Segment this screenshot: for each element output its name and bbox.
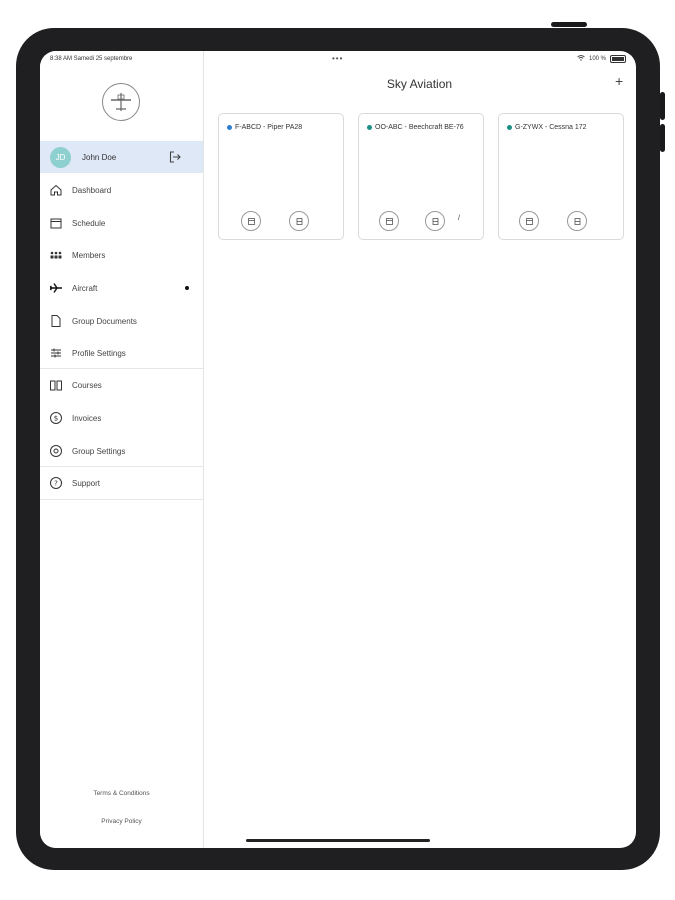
home-indicator (246, 839, 430, 842)
settings-icon (49, 444, 63, 458)
volume-down-button (660, 124, 665, 152)
book-flight-button[interactable] (379, 211, 399, 231)
question-icon: ? (49, 476, 63, 490)
terms-link[interactable]: Terms & Conditions (40, 790, 203, 797)
aircraft-card[interactable]: F-ABCD - Piper PA28 (218, 113, 344, 240)
logbook-button[interactable] (425, 211, 445, 231)
aircraft-card[interactable]: OO-ABC - Beechcraft BE-76 / (358, 113, 484, 240)
sidebar-item-courses[interactable]: Courses (40, 369, 203, 401)
volume-up-button (660, 92, 665, 120)
airplane-logo-icon (102, 83, 140, 121)
sidebar-item-group-documents[interactable]: Group Documents (40, 305, 203, 337)
aircraft-card[interactable]: G-ZYWX - Cessna 172 (498, 113, 624, 240)
app-screen: JD John Doe Dashboard Schedule Members A… (40, 51, 636, 848)
sidebar: JD John Doe Dashboard Schedule Members A… (40, 51, 204, 848)
sidebar-item-label: Profile Settings (72, 349, 126, 358)
members-icon (49, 248, 63, 262)
sidebar-item-label: Support (72, 479, 101, 488)
add-aircraft-button[interactable]: + (615, 73, 623, 89)
airplane-icon (49, 281, 63, 295)
sidebar-item-dashboard[interactable]: Dashboard (40, 174, 203, 206)
sidebar-item-label: Invoices (72, 414, 102, 423)
sidebar-item-label: Dashboard (72, 186, 112, 195)
home-icon (49, 183, 63, 197)
battery-percent: 100 % (588, 56, 606, 62)
sidebar-item-label: Group Settings (72, 447, 126, 456)
active-indicator-dot (185, 286, 189, 290)
user-profile-row[interactable]: JD John Doe (40, 141, 203, 173)
status-time: 8:38 AM Samedi 25 septembre (50, 56, 133, 62)
power-button (551, 22, 587, 27)
sidebar-item-label: Aircraft (72, 284, 98, 293)
avatar: JD (50, 147, 71, 168)
sidebar-item-members[interactable]: Members (40, 239, 203, 271)
user-name: John Doe (82, 153, 117, 162)
status-dot (507, 124, 512, 130)
wifi-icon (577, 55, 585, 63)
aircraft-name: G-ZYWX - Cessna 172 (515, 124, 587, 131)
aircraft-name: F-ABCD - Piper PA28 (235, 124, 303, 131)
battery-icon (610, 55, 626, 63)
divider (40, 499, 203, 500)
sidebar-item-schedule[interactable]: Schedule (40, 207, 203, 239)
sidebar-item-aircraft[interactable]: Aircraft (40, 272, 203, 304)
sidebar-item-group-settings[interactable]: Group Settings (40, 435, 203, 467)
calendar-icon (49, 216, 63, 230)
logbook-button[interactable] (567, 211, 587, 231)
book-flight-button[interactable] (241, 211, 261, 231)
dollar-icon: $ (49, 411, 63, 425)
sidebar-item-label: Schedule (72, 219, 106, 228)
status-dot (227, 124, 232, 130)
logbook-button[interactable] (289, 211, 309, 231)
multitasking-dots-icon[interactable]: ••• (332, 54, 343, 63)
svg-text:?: ? (54, 480, 58, 488)
status-dot (367, 124, 372, 130)
svg-text:$: $ (54, 415, 58, 423)
sidebar-item-label: Group Documents (72, 317, 137, 326)
page-title: Sky Aviation (386, 77, 453, 91)
document-icon (49, 314, 63, 328)
sidebar-item-invoices[interactable]: $ Invoices (40, 402, 203, 434)
book-flight-button[interactable] (519, 211, 539, 231)
sidebar-item-label: Members (72, 251, 106, 260)
aircraft-name: OO-ABC - Beechcraft BE-76 (375, 124, 464, 131)
sidebar-item-label: Courses (72, 381, 102, 390)
sliders-icon (49, 346, 63, 360)
privacy-link[interactable]: Privacy Policy (40, 818, 203, 825)
sidebar-item-profile-settings[interactable]: Profile Settings (40, 337, 203, 369)
status-bar: 8:38 AM Samedi 25 septembre ••• 100 % (40, 51, 636, 69)
logout-icon[interactable] (168, 150, 182, 169)
card-extra-mark: / (458, 215, 460, 222)
sidebar-item-support[interactable]: ? Support (40, 467, 203, 499)
book-icon (49, 378, 63, 392)
